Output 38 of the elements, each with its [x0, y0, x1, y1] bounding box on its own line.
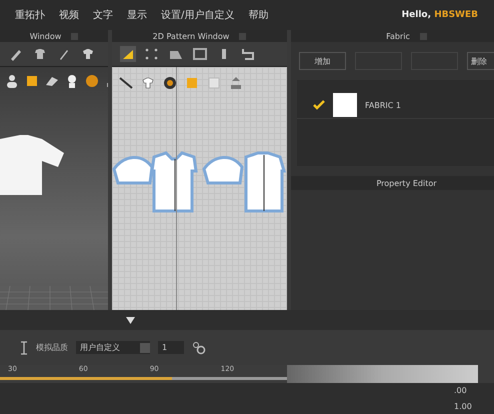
settings-icon[interactable]	[192, 340, 206, 354]
window-title: 2D Pattern Window	[152, 32, 230, 40]
user-greeting: Hello, HBSWEB	[402, 10, 478, 20]
rectangle-icon[interactable]	[192, 46, 208, 62]
checkmark-icon[interactable]	[313, 100, 325, 110]
step-spinner[interactable]: 1	[158, 341, 184, 354]
collapse-arrow-icon[interactable]	[126, 316, 135, 324]
shirt-icon[interactable]	[80, 46, 96, 62]
avatar-icon[interactable]	[4, 73, 20, 89]
fabric-button[interactable]: 删除	[467, 52, 494, 70]
text-cursor-icon[interactable]	[20, 340, 28, 354]
panel-title: Fabric	[386, 32, 410, 40]
menu-item[interactable]: 视频	[59, 8, 79, 22]
fabric-icon[interactable]	[24, 73, 40, 89]
shirt-icon[interactable]	[32, 46, 48, 62]
fabric-name[interactable]: FABRIC 1	[365, 100, 401, 110]
window-title: Window	[30, 32, 62, 40]
points-icon[interactable]	[144, 46, 160, 62]
needle-icon[interactable]	[118, 75, 134, 91]
fabric-button[interactable]: 增加	[299, 52, 346, 70]
value-text: 1.00	[454, 402, 473, 411]
menu-item[interactable]: 显示	[127, 8, 147, 22]
quality-dropdown[interactable]: 用户自定义	[76, 341, 150, 354]
return-icon[interactable]	[240, 46, 256, 62]
coin-icon[interactable]	[162, 75, 178, 91]
t-shirt-drawing	[0, 135, 66, 195]
shirt-icon[interactable]	[140, 75, 156, 91]
fabric-swatch	[333, 93, 357, 117]
export-icon[interactable]	[228, 75, 244, 91]
quality-label: 模拟品质	[36, 342, 68, 353]
coin-icon[interactable]	[84, 73, 100, 89]
menu-item[interactable]: 帮助	[248, 8, 268, 22]
value-text: .00	[454, 386, 468, 396]
menu-item[interactable]: 文字	[93, 8, 113, 22]
panel-title: Property Editor	[376, 178, 437, 188]
timeline-track[interactable]	[0, 377, 287, 380]
menu-item[interactable]: 设置/用户自定义	[161, 8, 234, 22]
menu-item[interactable]: 重拓扑	[15, 8, 45, 22]
